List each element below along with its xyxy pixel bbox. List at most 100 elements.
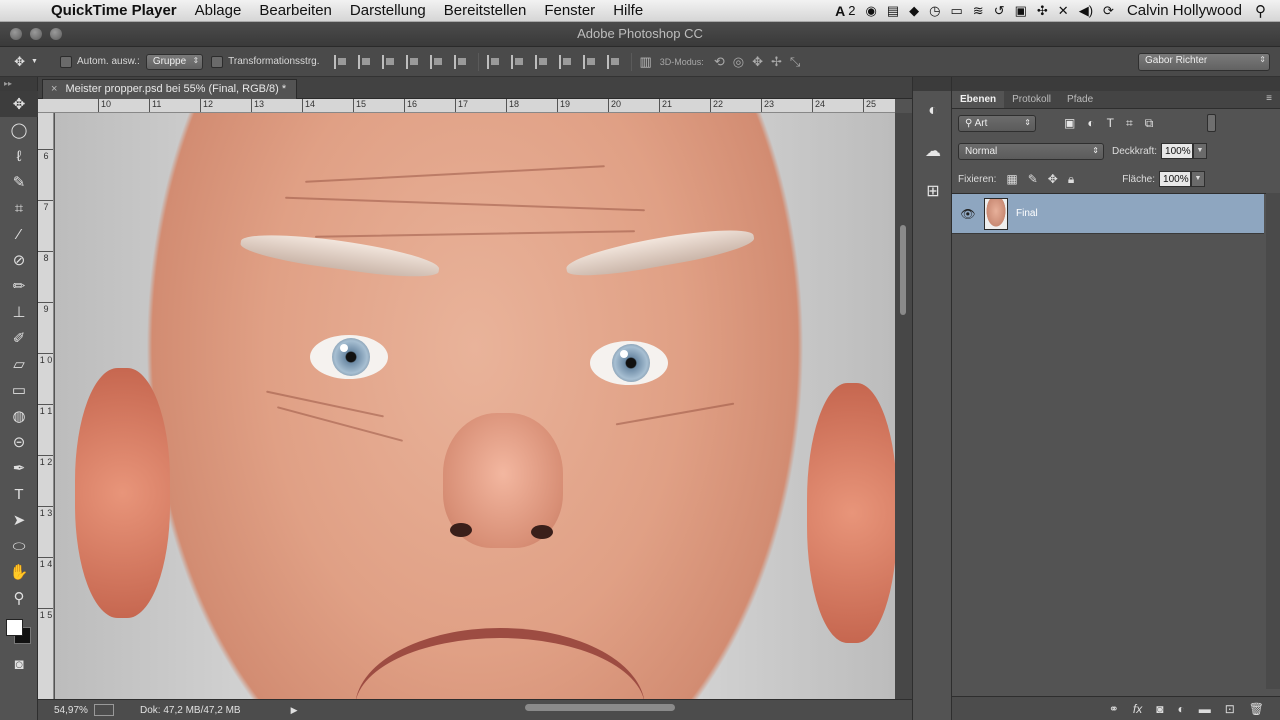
layers-scrollbar[interactable] xyxy=(1266,193,1280,689)
add-mask-icon[interactable]: ◙ xyxy=(1156,702,1163,716)
document-canvas[interactable] xyxy=(55,113,895,699)
time-icon[interactable]: ◷ xyxy=(924,3,945,19)
link-layers-icon[interactable]: ⚭ xyxy=(1109,702,1119,716)
move-tool[interactable]: ✥ xyxy=(0,91,38,117)
align-vcenter-icon[interactable] xyxy=(357,54,374,69)
volume-icon[interactable]: ◀) xyxy=(1074,3,1098,19)
fill-dropdown-icon[interactable]: ▼ xyxy=(1191,171,1206,187)
3d-rotate-icon[interactable]: ⟲ xyxy=(714,54,725,70)
screen-mirror-icon[interactable]: ▣ xyxy=(1010,3,1032,19)
auto-select-dropdown[interactable]: Gruppe xyxy=(145,53,204,70)
filter-type-icon[interactable]: T xyxy=(1107,116,1114,131)
color-swatches[interactable] xyxy=(0,611,38,651)
notes-icon[interactable]: ▤ xyxy=(882,3,904,19)
styles-panel-icon[interactable]: ☁ xyxy=(913,131,953,171)
layer-style-icon[interactable]: fx xyxy=(1133,702,1142,716)
align-right-icon[interactable] xyxy=(453,54,470,69)
align-bottom-icon[interactable] xyxy=(381,54,398,69)
new-layer-icon[interactable]: ⊡ xyxy=(1225,702,1235,716)
gradient-tool[interactable]: ▭ xyxy=(0,377,38,403)
menu-bereitstellen[interactable]: Bereitstellen xyxy=(435,2,536,19)
layer-name[interactable]: Final xyxy=(1016,208,1038,219)
tools-collapse-icon[interactable]: ▸▸ xyxy=(0,77,37,91)
layer-row[interactable]: 👁︎ Final xyxy=(952,194,1264,234)
hand-tool[interactable]: ✋ xyxy=(0,559,38,585)
clone-stamp-tool[interactable]: ⊥ xyxy=(0,299,38,325)
blur-tool[interactable]: ◍ xyxy=(0,403,38,429)
quick-selection-tool[interactable]: ✎ xyxy=(0,169,38,195)
distribute-hcenter-icon[interactable] xyxy=(582,54,599,69)
auto-align-icon[interactable]: ▥ xyxy=(640,54,652,70)
align-left-icon[interactable] xyxy=(405,54,422,69)
move-tool-preset-icon[interactable]: ✥ ▼ xyxy=(0,54,52,70)
horizontal-scroll-thumb[interactable] xyxy=(525,704,675,711)
distribute-bottom-icon[interactable] xyxy=(534,54,551,69)
marquee-tool[interactable]: ◯ xyxy=(0,117,38,143)
filter-toggle[interactable] xyxy=(1207,114,1216,132)
auto-select-checkbox[interactable] xyxy=(60,55,72,68)
path-selection-tool[interactable]: ➤ xyxy=(0,507,38,533)
layer-visibility-eye-icon[interactable]: 👁︎ xyxy=(952,207,984,221)
dock-collapse-icon[interactable] xyxy=(913,77,951,91)
quick-mask-icon[interactable]: ◙ xyxy=(0,651,38,677)
zoom-level[interactable]: 54,97% xyxy=(38,705,88,716)
history-brush-tool[interactable]: ✐ xyxy=(0,325,38,351)
3d-roll-icon[interactable]: ◎ xyxy=(733,54,744,70)
3d-slide-icon[interactable]: ✢ xyxy=(771,54,782,70)
menu-hilfe[interactable]: Hilfe xyxy=(604,2,652,19)
distribute-vcenter-icon[interactable] xyxy=(510,54,527,69)
menu-darstellung[interactable]: Darstellung xyxy=(341,2,435,19)
healing-brush-tool[interactable]: ⊘ xyxy=(0,247,38,273)
tab-pfade[interactable]: Pfade xyxy=(1059,91,1101,108)
user-name[interactable]: Calvin Hollywood xyxy=(1119,2,1250,19)
distribute-top-icon[interactable] xyxy=(486,54,503,69)
blend-mode-dropdown[interactable]: Normal xyxy=(958,142,1104,160)
dodge-tool[interactable]: ⊝ xyxy=(0,429,38,455)
opacity-dropdown-icon[interactable]: ▼ xyxy=(1193,143,1208,159)
layers-panel-collapse-icon[interactable] xyxy=(952,77,1280,91)
foreground-color-swatch[interactable] xyxy=(6,619,23,636)
display-icon[interactable]: ▭ xyxy=(945,3,967,19)
fill-input[interactable]: 100% xyxy=(1159,171,1192,187)
align-top-icon[interactable] xyxy=(333,54,350,69)
filter-pixel-icon[interactable]: ▣ xyxy=(1064,116,1075,131)
filter-shape-icon[interactable]: ⌗ xyxy=(1126,116,1133,131)
status-info-icon[interactable] xyxy=(94,704,114,716)
type-tool[interactable]: T xyxy=(0,481,38,507)
adobe-status-icon[interactable]: A 2 xyxy=(830,3,860,19)
lock-position-icon[interactable]: ✥ xyxy=(1048,172,1058,187)
tab-protokoll[interactable]: Protokoll xyxy=(1004,91,1059,108)
wifi-icon[interactable]: ≋ xyxy=(968,3,989,19)
distribute-left-icon[interactable] xyxy=(558,54,575,69)
lock-transparency-icon[interactable]: ▦ xyxy=(1006,172,1017,187)
menu-fenster[interactable]: Fenster xyxy=(535,2,604,19)
sync-icon[interactable]: ⟳ xyxy=(1098,3,1119,19)
menu-ablage[interactable]: Ablage xyxy=(186,2,251,19)
adjustments-panel-icon[interactable]: ◐ xyxy=(913,91,953,131)
spotlight-search-icon[interactable]: ⚲ xyxy=(1250,2,1280,20)
menu-app-name[interactable]: QuickTime Player xyxy=(42,2,186,19)
opacity-input[interactable]: 100% xyxy=(1161,143,1194,159)
panel-menu-icon[interactable]: ≡ xyxy=(1258,91,1280,108)
filter-smart-object-icon[interactable]: ⧉ xyxy=(1145,116,1154,131)
3d-pan-icon[interactable]: ✥ xyxy=(752,54,763,70)
eraser-tool[interactable]: ▱ xyxy=(0,351,38,377)
status-menu-arrow-icon[interactable]: ▶ xyxy=(291,705,298,716)
lock-pixels-icon[interactable]: ✎ xyxy=(1028,172,1038,187)
transform-controls-checkbox[interactable] xyxy=(211,55,224,68)
menu-bearbeiten[interactable]: Bearbeiten xyxy=(250,2,341,19)
input-source-icon[interactable]: ✕ xyxy=(1053,3,1074,19)
bluetooth-icon[interactable]: ✣ xyxy=(1032,3,1053,19)
delete-layer-icon[interactable]: 🗑︎ xyxy=(1249,702,1264,716)
zoom-tool[interactable]: ⚲ xyxy=(0,585,38,611)
crop-tool[interactable]: ⌗ xyxy=(0,195,38,221)
workspace-switcher[interactable]: Gabor Richter xyxy=(1138,53,1270,71)
canvas-vertical-scrollbar[interactable] xyxy=(895,113,912,699)
vertical-ruler[interactable]: 6 7 8 9 1 0 1 1 1 2 1 3 1 4 1 5 xyxy=(38,113,54,699)
close-document-icon[interactable]: × xyxy=(51,83,57,99)
evernote-icon[interactable]: ◉ xyxy=(861,3,882,19)
lock-all-icon[interactable]: 🔒︎ xyxy=(1068,172,1074,187)
time-machine-icon[interactable]: ↺ xyxy=(989,3,1010,19)
document-tab[interactable]: × Meister propper.psd bei 55% (Final, RG… xyxy=(42,79,298,99)
layer-thumbnail[interactable] xyxy=(984,197,1008,230)
